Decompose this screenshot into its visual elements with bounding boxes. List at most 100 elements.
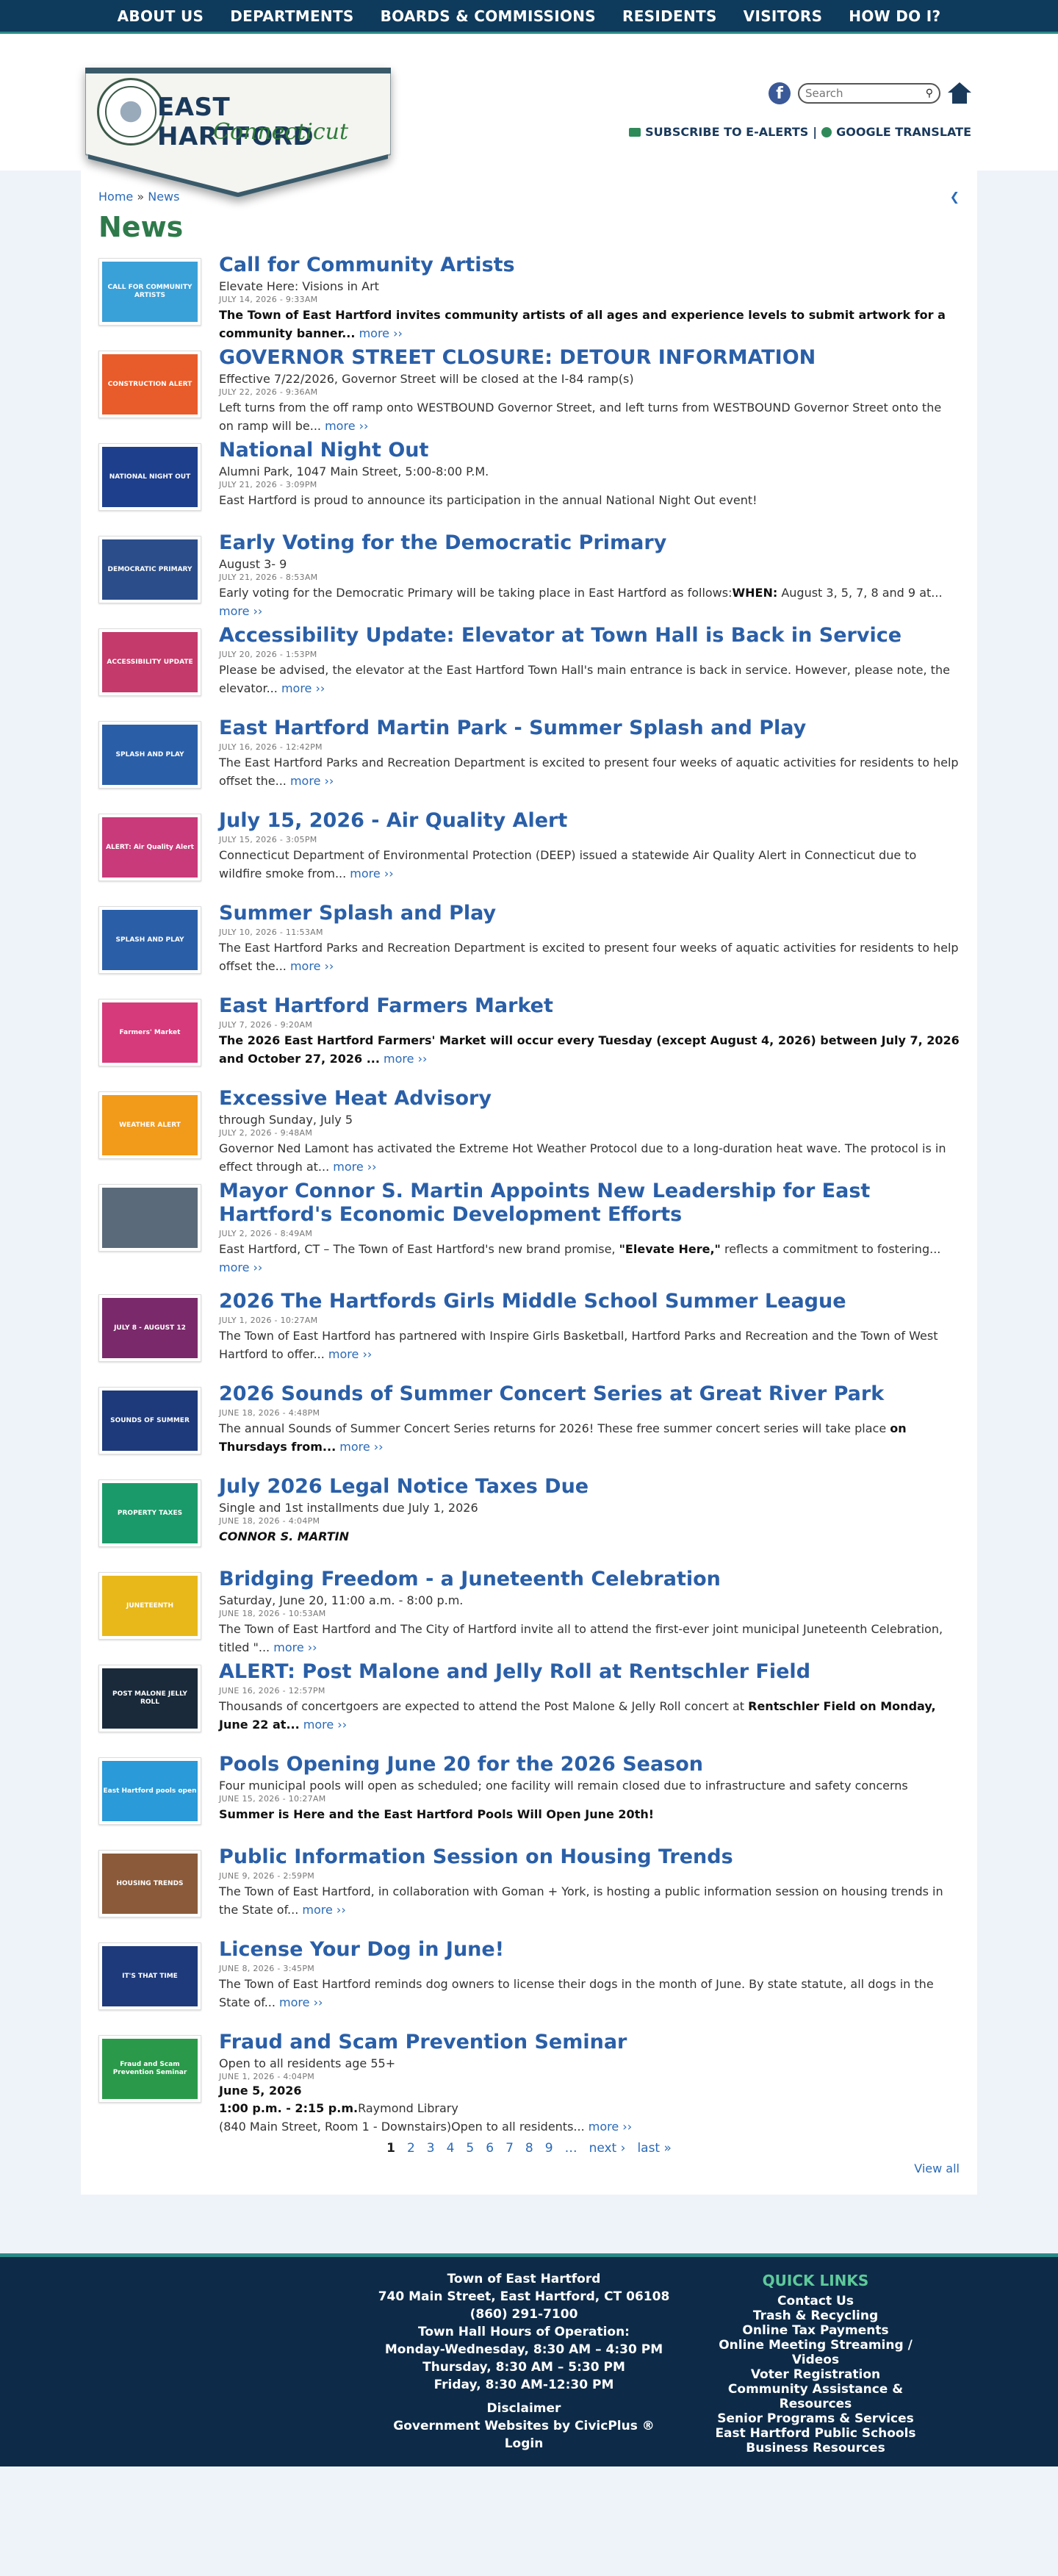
news-title[interactable]: ALERT: Post Malone and Jelly Roll at Ren… (219, 1660, 960, 1684)
page-link[interactable]: 6 (486, 2141, 494, 2156)
news-title[interactable]: July 2026 Legal Notice Taxes Due (219, 1475, 960, 1499)
news-thumbnail[interactable]: DEMOCRATIC PRIMARY (98, 536, 201, 603)
news-thumbnail[interactable]: CONSTRUCTION ALERT (98, 351, 201, 418)
news-title[interactable]: 2026 Sounds of Summer Concert Series at … (219, 1382, 960, 1406)
news-more-link[interactable]: more ›› (359, 326, 403, 340)
footer-login-link[interactable]: Login (372, 2435, 676, 2453)
quick-link[interactable]: Online Tax Payments (705, 2323, 926, 2338)
news-more-link[interactable]: more ›› (219, 604, 262, 618)
news-summary-text: Connecticut Department of Environmental … (219, 848, 917, 880)
news-thumbnail[interactable]: SPLASH AND PLAY (98, 721, 201, 789)
search-input[interactable] (805, 87, 926, 100)
news-more-link[interactable]: more ›› (290, 774, 334, 788)
news-more-link[interactable]: more ›› (333, 1160, 376, 1174)
facebook-icon[interactable]: f (769, 82, 791, 104)
page-link[interactable]: 2 (407, 2141, 415, 2156)
news-thumbnail[interactable]: JULY 8 - AUGUST 12 (98, 1294, 201, 1362)
news-more-link[interactable]: more ›› (279, 1995, 323, 2009)
news-title[interactable]: Pools Opening June 20 for the 2026 Seaso… (219, 1753, 960, 1776)
footer-disclaimer-link[interactable]: Disclaimer (372, 2400, 676, 2417)
news-title[interactable]: Call for Community Artists (219, 254, 960, 277)
news-more-link[interactable]: more ›› (290, 959, 334, 973)
news-more-link[interactable]: more ›› (328, 1347, 372, 1361)
news-thumbnail[interactable]: HOUSING TRENDS (98, 1850, 201, 1917)
nav-departments[interactable]: DEPARTMENTS (230, 7, 353, 25)
nav-how-do-i[interactable]: HOW DO I? (849, 7, 940, 25)
google-translate-link[interactable]: GOOGLE TRANSLATE (836, 125, 971, 139)
footer-hours-2: Thursday, 8:30 AM – 5:30 PM (422, 2360, 625, 2375)
page-link[interactable]: 9 (545, 2141, 553, 2156)
news-more-link[interactable]: more ›› (281, 681, 325, 695)
news-more-link[interactable]: more ›› (302, 1903, 345, 1917)
news-thumbnail[interactable] (98, 1184, 201, 1252)
page-link[interactable]: 7 (505, 2141, 514, 2156)
news-more-link[interactable]: more ›› (589, 2120, 632, 2134)
news-more-link[interactable]: more ›› (325, 419, 368, 433)
news-thumbnail[interactable]: NATIONAL NIGHT OUT (98, 443, 201, 511)
news-title[interactable]: 2026 The Hartfords Girls Middle School S… (219, 1290, 960, 1313)
search-icon[interactable]: ⚲ (926, 87, 933, 99)
quick-link[interactable]: Community Assistance & Resources (705, 2382, 926, 2411)
footer-credit-link[interactable]: Government Websites by CivicPlus ® (372, 2417, 676, 2435)
quick-link[interactable]: Voter Registration (705, 2367, 926, 2382)
nav-about-us[interactable]: ABOUT US (118, 7, 204, 25)
view-all-link[interactable]: View all (914, 2161, 960, 2175)
news-date: JUNE 18, 2026 - 4:04PM (219, 1516, 320, 1526)
quick-link[interactable]: Online Meeting Streaming / Videos (705, 2338, 926, 2367)
news-title[interactable]: License Your Dog in June! (219, 1938, 960, 1962)
pager-last[interactable]: last » (637, 2141, 671, 2156)
pager-next[interactable]: next › (589, 2141, 626, 2156)
quick-link[interactable]: East Hartford Public Schools (705, 2426, 926, 2441)
news-thumbnail[interactable]: POST MALONE JELLY ROLL (98, 1665, 201, 1732)
news-thumbnail[interactable]: CALL FOR COMMUNITY ARTISTS (98, 258, 201, 326)
news-thumbnail[interactable]: East Hartford pools open (98, 1757, 201, 1825)
share-icon[interactable]: ❮ (950, 190, 960, 204)
quick-link[interactable]: Contact Us (705, 2294, 926, 2308)
news-more-link[interactable]: more ›› (384, 1052, 427, 1066)
news-title[interactable]: Accessibility Update: Elevator at Town H… (219, 624, 960, 647)
news-thumbnail[interactable]: Farmers' Market (98, 999, 201, 1066)
quick-link[interactable]: Trash & Recycling (705, 2308, 926, 2323)
news-more-link[interactable]: more ›› (303, 1718, 347, 1732)
quick-link[interactable]: Senior Programs & Services (705, 2411, 926, 2426)
news-more-link[interactable]: more ›› (273, 1640, 317, 1654)
news-thumbnail[interactable]: IT'S THAT TIME (98, 1942, 201, 2010)
news-title[interactable]: National Night Out (219, 439, 960, 462)
news-title[interactable]: East Hartford Farmers Market (219, 994, 960, 1018)
home-icon[interactable] (948, 82, 971, 104)
news-title[interactable]: Fraud and Scam Prevention Seminar (219, 2031, 960, 2054)
site-logo[interactable]: EAST HARTFORD Connecticut (85, 68, 391, 197)
page-link[interactable]: 3 (427, 2141, 435, 2156)
quick-link[interactable]: Business Resources (705, 2441, 926, 2455)
nav-residents[interactable]: RESIDENTS (622, 7, 717, 25)
page-link[interactable]: 5 (466, 2141, 474, 2156)
news-title[interactable]: Bridging Freedom - a Juneteenth Celebrat… (219, 1568, 960, 1591)
news-thumbnail[interactable]: JUNETEENTH (98, 1572, 201, 1640)
news-more-link[interactable]: more ›› (350, 867, 393, 880)
page-link[interactable]: 4 (447, 2141, 455, 2156)
news-thumbnail[interactable]: SOUNDS OF SUMMER (98, 1387, 201, 1454)
news-title[interactable]: Mayor Connor S. Martin Appoints New Lead… (219, 1180, 960, 1227)
page-link[interactable]: 8 (525, 2141, 533, 2156)
news-thumbnail[interactable]: SPLASH AND PLAY (98, 906, 201, 974)
news-title[interactable]: July 15, 2026 - Air Quality Alert (219, 809, 960, 833)
news-title[interactable]: GOVERNOR STREET CLOSURE: DETOUR INFORMAT… (219, 346, 960, 370)
news-title[interactable]: Excessive Heat Advisory (219, 1087, 960, 1111)
news-thumbnail[interactable]: ALERT: Air Quality Alert (98, 814, 201, 881)
news-date: JULY 22, 2026 - 9:36AM (219, 387, 318, 397)
footer-hours-title: Town Hall Hours of Operation: (418, 2325, 630, 2339)
news-title[interactable]: Early Voting for the Democratic Primary (219, 531, 960, 555)
nav-visitors[interactable]: VISITORS (744, 7, 823, 25)
news-thumbnail[interactable]: ACCESSIBILITY UPDATE (98, 628, 201, 696)
news-title[interactable]: Public Information Session on Housing Tr… (219, 1845, 960, 1869)
news-thumbnail[interactable]: WEATHER ALERT (98, 1091, 201, 1159)
news-more-link[interactable]: more ›› (219, 1260, 262, 1274)
news-title[interactable]: East Hartford Martin Park - Summer Splas… (219, 717, 960, 740)
news-content: Mayor Connor S. Martin Appoints New Lead… (219, 1180, 960, 1290)
news-title[interactable]: Summer Splash and Play (219, 902, 960, 925)
news-thumbnail[interactable]: PROPERTY TAXES (98, 1479, 201, 1547)
subscribe-alerts-link[interactable]: SUBSCRIBE TO E-ALERTS (645, 125, 808, 139)
nav-boards-commissions[interactable]: BOARDS & COMMISSIONS (381, 7, 596, 25)
news-thumbnail[interactable]: Fraud and Scam Prevention Seminar (98, 2035, 201, 2103)
news-more-link[interactable]: more ›› (339, 1440, 383, 1454)
